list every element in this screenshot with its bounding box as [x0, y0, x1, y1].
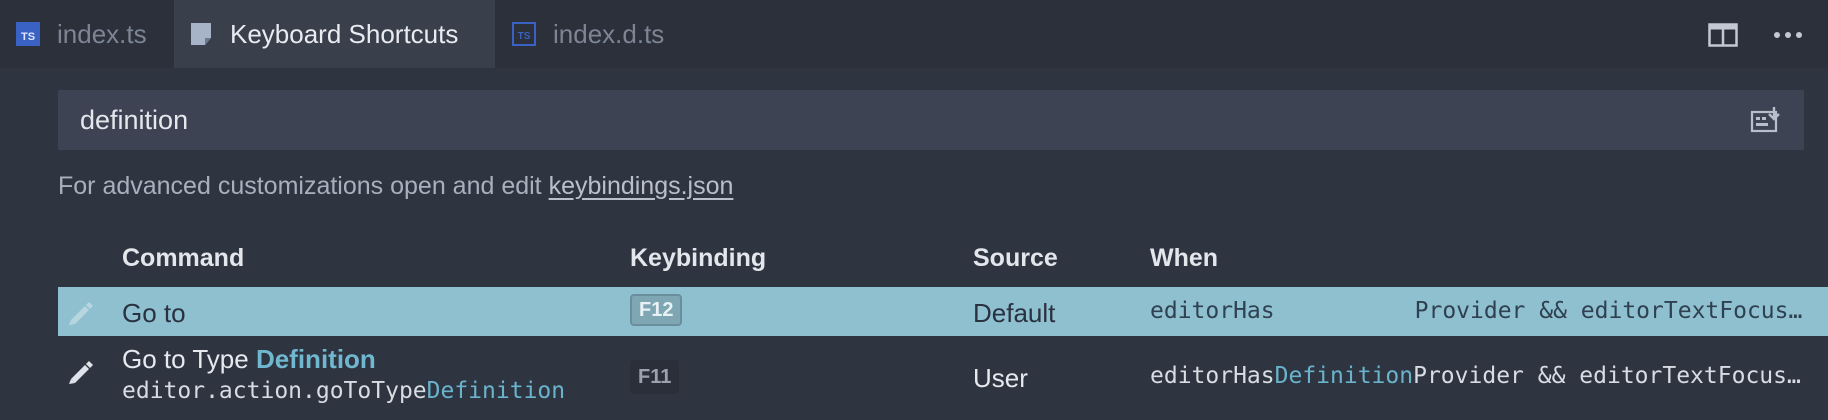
- when-text: editorHas: [1150, 298, 1275, 324]
- keyboard-shortcuts-file-icon: [190, 22, 212, 46]
- when-text: editorHas: [1150, 363, 1275, 389]
- tab-label: index.d.ts: [553, 18, 665, 49]
- keybindings-search-input[interactable]: [80, 90, 1680, 150]
- keybinding-when-clause: editorHasDefinitionProvider && editorTex…: [1150, 363, 1801, 389]
- keybinding-key: F12: [630, 294, 683, 326]
- tab-index-d-ts[interactable]: TS index.d.ts: [495, 0, 695, 68]
- tab-keyboard-shortcuts[interactable]: Keyboard Shortcuts: [174, 0, 495, 68]
- command-title: Go to: [122, 298, 186, 329]
- advanced-customization-hint: For advanced customizations open and edi…: [58, 172, 733, 201]
- command-id: editor.action.goToTypeDefinition: [122, 378, 565, 404]
- when-highlight: Definition: [1274, 363, 1414, 389]
- column-header-keybinding[interactable]: Keybinding: [630, 244, 766, 273]
- keybindings-search-box: [58, 90, 1804, 150]
- keybinding-source: Default: [973, 298, 1056, 328]
- keybinding-when-clause: editorHas Provider && editorTextFocus…: [1150, 298, 1802, 324]
- column-header-when[interactable]: When: [1150, 244, 1218, 273]
- tab-index-ts[interactable]: TS index.ts: [0, 0, 160, 68]
- command-title-text: Go to Type: [122, 344, 256, 374]
- keybinding-row[interactable]: Go to F12 Default editorHas Provider && e…: [58, 287, 1828, 336]
- edit-keybinding-icon[interactable]: [66, 297, 96, 327]
- command-title: Go to Type Definition: [122, 344, 376, 375]
- command-title-text: Go to: [122, 298, 186, 328]
- command-title-highlight: Definition: [255, 344, 376, 374]
- when-text-rest: Provider && editorTextFocus…: [1414, 298, 1803, 324]
- command-id-highlight: Definition: [426, 378, 566, 404]
- command-id-text: editor.action.goToType: [122, 378, 427, 404]
- record-keys-icon[interactable]: [1750, 105, 1782, 140]
- when-text-rest: Provider && editorTextFocus…: [1413, 363, 1801, 389]
- hint-text: For advanced customizations open and edi…: [58, 172, 549, 200]
- editor-tab-bar: TS index.ts Keyboard Shortcuts TS index.…: [0, 0, 1828, 68]
- split-editor-icon[interactable]: [1706, 20, 1740, 50]
- keybindings-json-link[interactable]: keybindings.json: [549, 172, 734, 200]
- column-header-source[interactable]: Source: [973, 244, 1058, 273]
- column-header-command[interactable]: Command: [122, 244, 244, 273]
- tab-label: Keyboard Shortcuts: [230, 18, 459, 49]
- typescript-file-icon: TS: [16, 22, 40, 46]
- edit-keybinding-icon[interactable]: [66, 356, 96, 386]
- tab-label: index.ts: [57, 18, 147, 49]
- more-actions-icon[interactable]: [1770, 20, 1806, 50]
- keybinding-source: User: [973, 363, 1028, 393]
- typescript-definition-file-icon: TS: [512, 22, 536, 46]
- keybinding-key: F11: [630, 360, 680, 394]
- keybinding-row[interactable]: Go to Type Definition editor.action.goTo…: [58, 336, 1828, 420]
